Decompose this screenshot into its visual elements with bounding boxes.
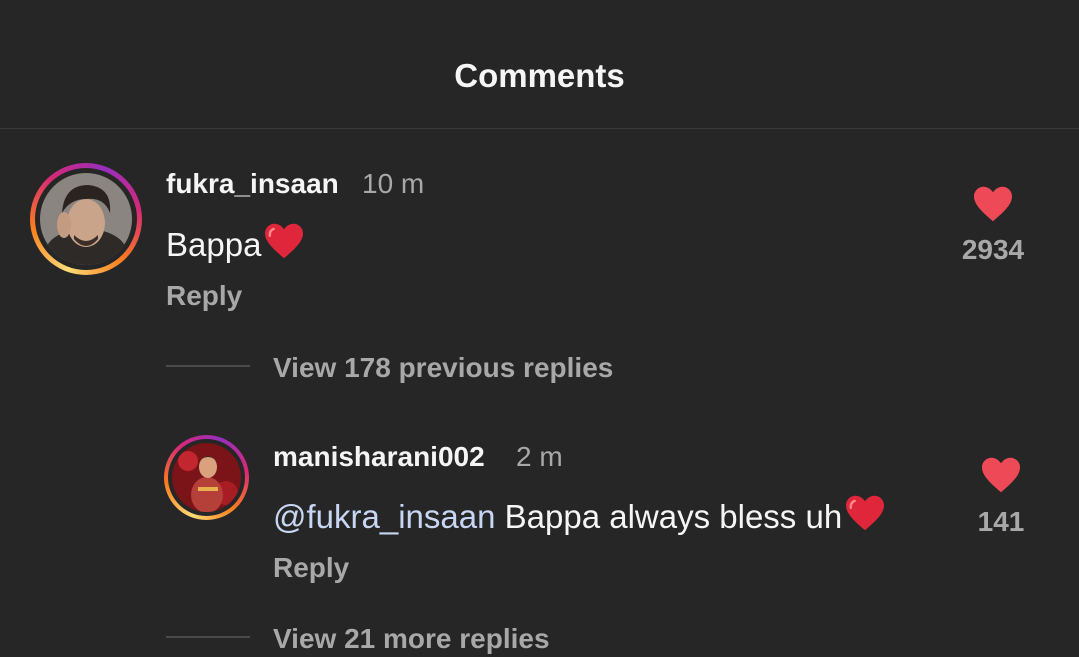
comment-timestamp: 10 m bbox=[362, 168, 425, 199]
red-heart-emoji bbox=[843, 494, 887, 541]
comments-screen: Comments fukra_insaan 10 m Bappa Reply 2… bbox=[0, 0, 1079, 657]
comment-body: Bappa bbox=[166, 226, 262, 263]
reply-like-count: 141 bbox=[977, 506, 1025, 537]
comment-reply-button[interactable]: Reply bbox=[166, 279, 242, 313]
replies-divider-line bbox=[166, 636, 250, 638]
avatar bbox=[172, 443, 241, 512]
reply-mention-link[interactable]: @fukra_insaan bbox=[273, 498, 495, 535]
avatar-story-ring[interactable] bbox=[164, 435, 249, 520]
avatar bbox=[40, 173, 132, 265]
view-previous-replies-button[interactable]: View 178 previous replies bbox=[273, 351, 613, 385]
red-heart-emoji bbox=[262, 222, 306, 269]
comments-header: Comments bbox=[0, 0, 1079, 129]
reply-username[interactable]: manisharani002 bbox=[273, 440, 485, 474]
view-more-replies-button[interactable]: View 21 more replies bbox=[273, 622, 550, 656]
reply-body: Bappa always bless uh bbox=[495, 498, 843, 535]
avatar-story-ring[interactable] bbox=[30, 163, 142, 275]
replies-divider-line bbox=[166, 365, 250, 367]
page-title: Comments bbox=[454, 57, 625, 94]
reply-reply-button[interactable]: Reply bbox=[273, 551, 349, 585]
reply-timestamp: 2 m bbox=[516, 441, 563, 472]
like-heart-icon[interactable] bbox=[972, 185, 1014, 228]
comment-like-count: 2934 bbox=[961, 234, 1025, 265]
comment-username[interactable]: fukra_insaan bbox=[166, 167, 339, 201]
like-heart-icon[interactable] bbox=[980, 456, 1022, 499]
reply-text: @fukra_insaan Bappa always bless uh bbox=[273, 494, 887, 541]
comment-text: Bappa bbox=[166, 222, 306, 269]
